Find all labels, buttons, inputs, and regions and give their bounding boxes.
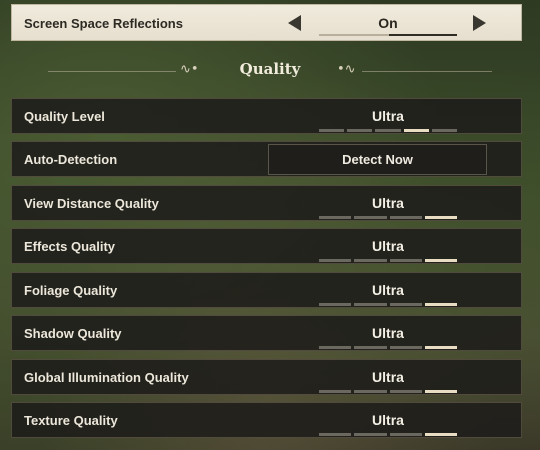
level-indicator bbox=[308, 303, 468, 306]
setting-value: Ultra bbox=[372, 195, 404, 211]
detect-now-button[interactable]: Detect Now bbox=[268, 144, 487, 175]
section-header-quality: ∿• Quality •∿ bbox=[0, 56, 540, 84]
level-segment bbox=[431, 129, 457, 132]
level-segment bbox=[389, 259, 422, 262]
level-segment bbox=[424, 259, 457, 262]
setting-row-screen-space-reflections[interactable]: Screen Space Reflections On bbox=[11, 4, 522, 41]
setting-row-global-illumination[interactable]: Global Illumination Quality Ultra bbox=[11, 359, 522, 395]
divider-line-right bbox=[362, 71, 492, 72]
setting-label: Foliage Quality bbox=[24, 283, 118, 298]
setting-label: Quality Level bbox=[24, 109, 105, 124]
level-segment bbox=[354, 303, 387, 306]
level-segment bbox=[354, 346, 387, 349]
level-indicator bbox=[308, 390, 468, 393]
level-segment bbox=[354, 433, 387, 436]
level-segment bbox=[389, 346, 422, 349]
level-segment bbox=[319, 259, 352, 262]
setting-label: View Distance Quality bbox=[24, 196, 159, 211]
setting-value: Ultra bbox=[372, 108, 404, 124]
level-indicator bbox=[308, 433, 468, 436]
level-segment bbox=[389, 433, 422, 436]
level-segment bbox=[354, 216, 387, 219]
level-indicator bbox=[308, 216, 468, 219]
toggle-fill bbox=[389, 34, 457, 36]
setting-label: Texture Quality bbox=[24, 413, 118, 428]
setting-label: Effects Quality bbox=[24, 239, 116, 254]
level-segment bbox=[375, 129, 401, 132]
level-segment bbox=[389, 216, 422, 219]
setting-row-foliage[interactable]: Foliage Quality Ultra bbox=[11, 272, 522, 308]
setting-value: Ultra bbox=[372, 282, 404, 298]
setting-label: Auto-Detection bbox=[24, 152, 118, 167]
setting-value: Ultra bbox=[372, 325, 404, 341]
level-segment bbox=[354, 390, 387, 393]
level-segment bbox=[319, 346, 352, 349]
triangle-right-icon[interactable] bbox=[473, 15, 486, 31]
level-segment bbox=[424, 346, 457, 349]
level-segment bbox=[389, 303, 422, 306]
setting-value: Ultra bbox=[372, 238, 404, 254]
level-segment bbox=[424, 216, 457, 219]
level-segment bbox=[424, 390, 457, 393]
level-segment bbox=[354, 259, 387, 262]
section-title: Quality bbox=[239, 60, 301, 78]
setting-row-effects[interactable]: Effects Quality Ultra bbox=[11, 228, 522, 264]
setting-row-quality-level[interactable]: Quality Level Ultra bbox=[11, 98, 522, 134]
setting-label: Shadow Quality bbox=[24, 326, 122, 341]
setting-label: Screen Space Reflections bbox=[24, 16, 183, 31]
level-segment bbox=[319, 303, 352, 306]
setting-value: On bbox=[378, 15, 398, 31]
level-segment bbox=[319, 216, 352, 219]
setting-value: Ultra bbox=[372, 412, 404, 428]
setting-value: Ultra bbox=[372, 369, 404, 385]
level-segment bbox=[319, 433, 352, 436]
level-indicator bbox=[308, 346, 468, 349]
flourish-right-icon: •∿ bbox=[337, 62, 356, 77]
level-indicator bbox=[308, 129, 468, 132]
level-indicator bbox=[308, 259, 468, 262]
level-segment bbox=[424, 303, 457, 306]
level-segment bbox=[403, 129, 429, 132]
triangle-left-icon[interactable] bbox=[288, 15, 301, 31]
setting-row-auto-detection: Auto-Detection Detect Now bbox=[11, 141, 522, 177]
level-segment bbox=[424, 433, 457, 436]
level-segment bbox=[389, 390, 422, 393]
toggle-track bbox=[319, 34, 457, 36]
setting-label: Global Illumination Quality bbox=[24, 370, 189, 385]
setting-row-view-distance[interactable]: View Distance Quality Ultra bbox=[11, 185, 522, 221]
setting-row-texture[interactable]: Texture Quality Ultra bbox=[11, 402, 522, 438]
setting-row-shadow[interactable]: Shadow Quality Ultra bbox=[11, 315, 522, 351]
level-segment bbox=[319, 390, 352, 393]
level-segment bbox=[347, 129, 373, 132]
level-segment bbox=[319, 129, 345, 132]
